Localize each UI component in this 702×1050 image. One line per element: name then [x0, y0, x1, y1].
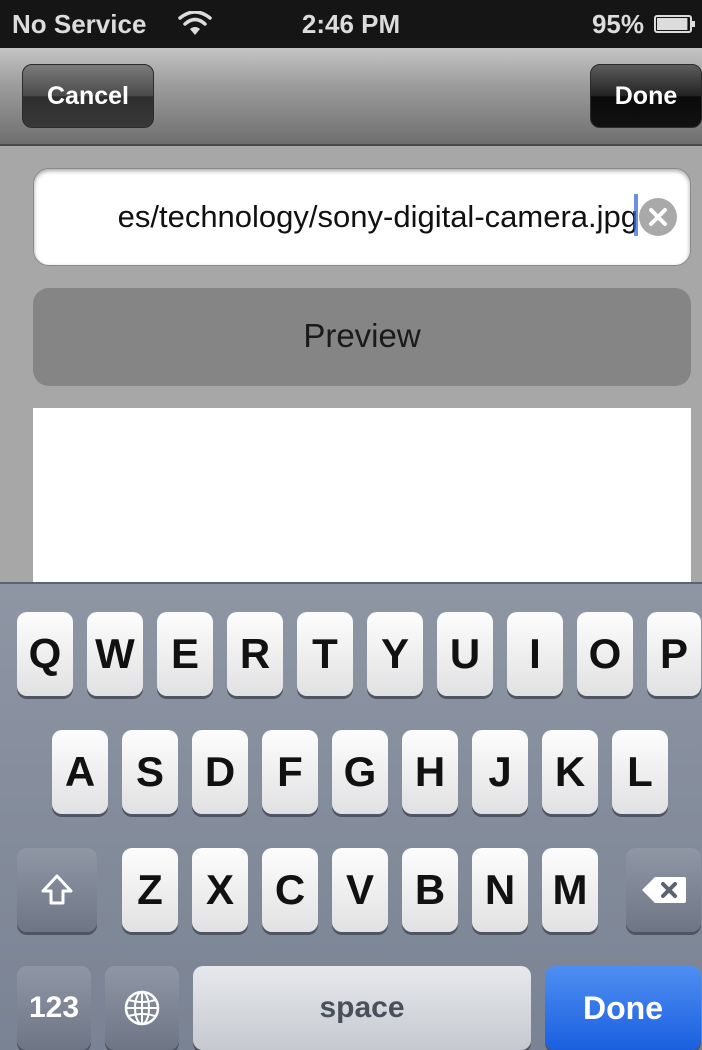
key-v[interactable]: V	[332, 848, 388, 932]
key-i[interactable]: I	[507, 612, 563, 696]
url-text-viewport: es/technology/sony-digital-camera.jpg	[40, 169, 638, 265]
key-c[interactable]: C	[262, 848, 318, 932]
cancel-button[interactable]: Cancel	[22, 64, 154, 128]
key-r[interactable]: R	[227, 612, 283, 696]
key-q[interactable]: Q	[17, 612, 73, 696]
key-s[interactable]: S	[122, 730, 178, 814]
key-t[interactable]: T	[297, 612, 353, 696]
space-key[interactable]: space	[193, 966, 531, 1050]
key-a[interactable]: A	[52, 730, 108, 814]
key-z[interactable]: Z	[122, 848, 178, 932]
key-p[interactable]: P	[647, 612, 701, 696]
key-u[interactable]: U	[437, 612, 493, 696]
key-l[interactable]: L	[612, 730, 668, 814]
battery-icon	[654, 15, 695, 33]
key-g[interactable]: G	[332, 730, 388, 814]
url-input[interactable]: es/technology/sony-digital-camera.jpg	[33, 168, 691, 266]
screen: No Service 2:46 PM 95% Cancel Done es/te…	[0, 0, 702, 1050]
status-bar: No Service 2:46 PM 95%	[0, 0, 702, 48]
preview-area	[33, 408, 691, 588]
numbers-key[interactable]: 123	[17, 966, 91, 1050]
key-n[interactable]: N	[472, 848, 528, 932]
keyboard-done-key[interactable]: Done	[545, 966, 701, 1050]
key-k[interactable]: K	[542, 730, 598, 814]
keyboard: Q W E R T Y U I O P A S D F G H J K L Z …	[0, 582, 702, 1050]
key-f[interactable]: F	[262, 730, 318, 814]
globe-key[interactable]	[105, 966, 179, 1050]
battery-percent: 95%	[591, 9, 644, 39]
key-d[interactable]: D	[192, 730, 248, 814]
key-h[interactable]: H	[402, 730, 458, 814]
key-j[interactable]: J	[472, 730, 528, 814]
url-input-value: es/technology/sony-digital-camera.jpg	[117, 199, 638, 234]
key-w[interactable]: W	[87, 612, 143, 696]
delete-key[interactable]	[626, 848, 701, 932]
done-button[interactable]: Done	[590, 64, 702, 128]
key-o[interactable]: O	[577, 612, 633, 696]
shift-icon	[41, 874, 73, 905]
key-y[interactable]: Y	[367, 612, 423, 696]
globe-icon	[124, 990, 160, 1026]
key-b[interactable]: B	[402, 848, 458, 932]
shift-key[interactable]	[17, 848, 97, 932]
delete-icon	[641, 877, 686, 903]
key-m[interactable]: M	[542, 848, 598, 932]
key-x[interactable]: X	[192, 848, 248, 932]
navigation-bar: Cancel Done	[0, 48, 702, 146]
preview-button[interactable]: Preview	[33, 288, 691, 386]
key-e[interactable]: E	[157, 612, 213, 696]
clear-icon[interactable]	[638, 197, 678, 237]
